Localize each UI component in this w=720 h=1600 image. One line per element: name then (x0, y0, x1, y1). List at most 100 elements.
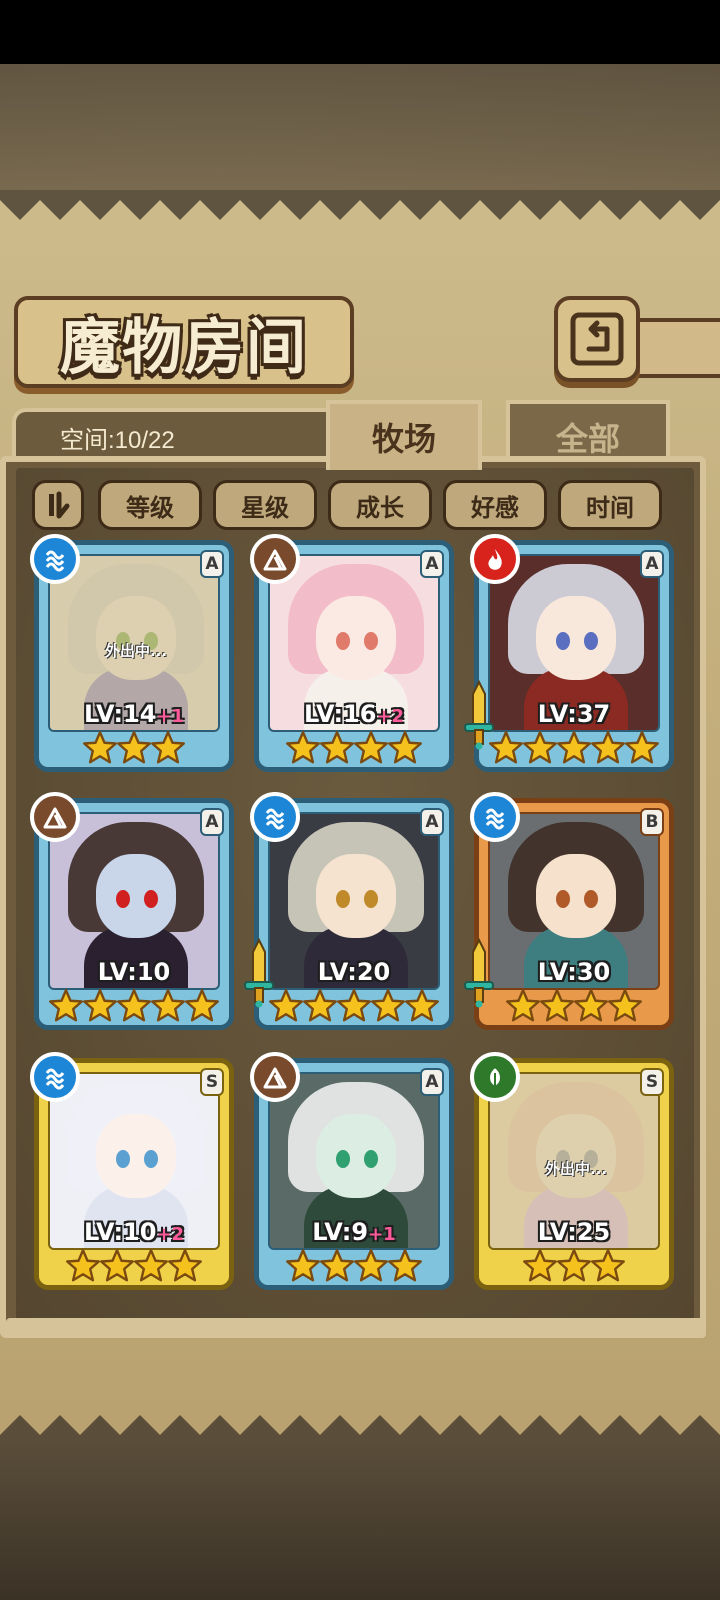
monster-card[interactable]: A LV:37 (464, 534, 674, 780)
rank-badge: A (200, 808, 224, 836)
portrait-eye (584, 632, 598, 650)
earth-element-icon (250, 534, 300, 584)
star-icon (557, 731, 591, 764)
star-icon (151, 989, 185, 1022)
fire-element-icon (470, 534, 520, 584)
sort-order-toggle[interactable] (32, 480, 84, 530)
portrait-face (96, 1114, 176, 1198)
level-label: LV:9+1 (274, 1218, 434, 1246)
level-value: LV:10 (83, 1218, 157, 1246)
level-bonus: +1 (368, 1224, 396, 1245)
portrait-face (316, 854, 396, 938)
rank-badge: S (200, 1068, 224, 1096)
monster-card[interactable]: 外出中... A LV:14+1 (30, 534, 234, 780)
star-icon (303, 989, 337, 1022)
level-bonus: +1 (156, 706, 185, 727)
rank-badge: A (420, 808, 444, 836)
rank-badge: S (640, 1068, 664, 1096)
portrait-eye (144, 890, 158, 908)
monster-card[interactable]: A LV:20 (244, 792, 454, 1038)
water-element-icon (470, 792, 520, 842)
back-button[interactable] (554, 296, 640, 382)
level-label: LV:30 (494, 958, 654, 986)
sword-icon (462, 937, 496, 1008)
level-label: LV:25 (494, 1218, 654, 1246)
back-arrow-icon (570, 312, 624, 366)
sort-bar: 等级 星级 成长 好感 时间 (30, 480, 670, 532)
level-value: LV:25 (537, 1218, 611, 1246)
monster-card[interactable]: S LV:10+2 (30, 1052, 234, 1298)
portrait-eye (364, 632, 378, 650)
earth-element-icon (30, 792, 80, 842)
sort-star-button[interactable]: 星级 (213, 480, 317, 530)
portrait-eye (364, 1150, 378, 1168)
monster-card[interactable]: B LV:30 (464, 792, 674, 1038)
sort-affection-button[interactable]: 好感 (443, 480, 547, 530)
star-icon (591, 731, 625, 764)
star-icon (83, 731, 117, 764)
monster-card[interactable]: A LV:10 (30, 792, 234, 1038)
star-icon (320, 1249, 354, 1282)
rank-badge: B (640, 808, 664, 836)
rank-badge: A (640, 550, 664, 578)
sort-level-button[interactable]: 等级 (98, 480, 202, 530)
portrait-face (536, 1114, 616, 1198)
monster-card[interactable]: 外出中... S LV:25 (470, 1052, 674, 1298)
star-icon (354, 1249, 388, 1282)
star-icon (388, 731, 422, 764)
away-status: 外出中... (104, 642, 168, 660)
star-icon (286, 731, 320, 764)
level-value: LV:30 (537, 958, 611, 986)
star-icon (117, 731, 151, 764)
star-icon (540, 989, 574, 1022)
water-element-icon (30, 1052, 80, 1102)
level-label: LV:10+2 (54, 1218, 214, 1246)
earth-element-icon (250, 1052, 300, 1102)
star-icon (625, 731, 659, 764)
portrait-eye (336, 890, 350, 908)
star-icon (83, 989, 117, 1022)
star-icon (591, 1249, 625, 1282)
star-icon (286, 1249, 320, 1282)
star-icon (49, 989, 83, 1022)
star-icon (320, 731, 354, 764)
portrait-face (316, 596, 396, 680)
rank-badge: A (200, 550, 224, 578)
portrait-face (96, 854, 176, 938)
star-icon (354, 731, 388, 764)
star-icon (66, 1249, 100, 1282)
portrait-eye (116, 890, 130, 908)
star-icon (117, 989, 151, 1022)
sort-toggle-icon (49, 491, 70, 519)
star-icon (557, 1249, 591, 1282)
level-value: LV:20 (317, 958, 391, 986)
monster-card[interactable]: A LV:9+1 (250, 1052, 454, 1298)
star-icon (168, 1249, 202, 1282)
portrait-face (536, 854, 616, 938)
portrait-face (316, 1114, 396, 1198)
star-icon (523, 1249, 557, 1282)
portrait-eye (336, 1150, 350, 1168)
level-bonus: +2 (376, 706, 405, 727)
star-rating (254, 1248, 454, 1292)
space-capacity: 空间:10/22 (60, 427, 175, 454)
monster-card[interactable]: A LV:16+2 (250, 534, 454, 780)
star-icon (185, 989, 219, 1022)
star-rating (34, 730, 234, 774)
level-value: LV:37 (537, 700, 611, 728)
status-bar (0, 0, 720, 64)
level-bonus: +2 (156, 1224, 185, 1245)
sort-time-button[interactable]: 时间 (558, 480, 662, 530)
page-title-plate: 魔物房间 (14, 296, 354, 388)
level-label: LV:20 (274, 958, 434, 986)
away-status: 外出中... (544, 1160, 608, 1178)
frame-bottom-edge (6, 1318, 706, 1338)
portrait-face (536, 596, 616, 680)
zigzag-edge-top (0, 190, 720, 220)
rank-badge: A (420, 1068, 444, 1096)
sort-growth-button[interactable]: 成长 (328, 480, 432, 530)
sword-icon (242, 937, 276, 1008)
portrait-eye (364, 890, 378, 908)
tab-farm[interactable]: 牧场 (326, 400, 482, 470)
level-value: LV:16 (303, 700, 377, 728)
